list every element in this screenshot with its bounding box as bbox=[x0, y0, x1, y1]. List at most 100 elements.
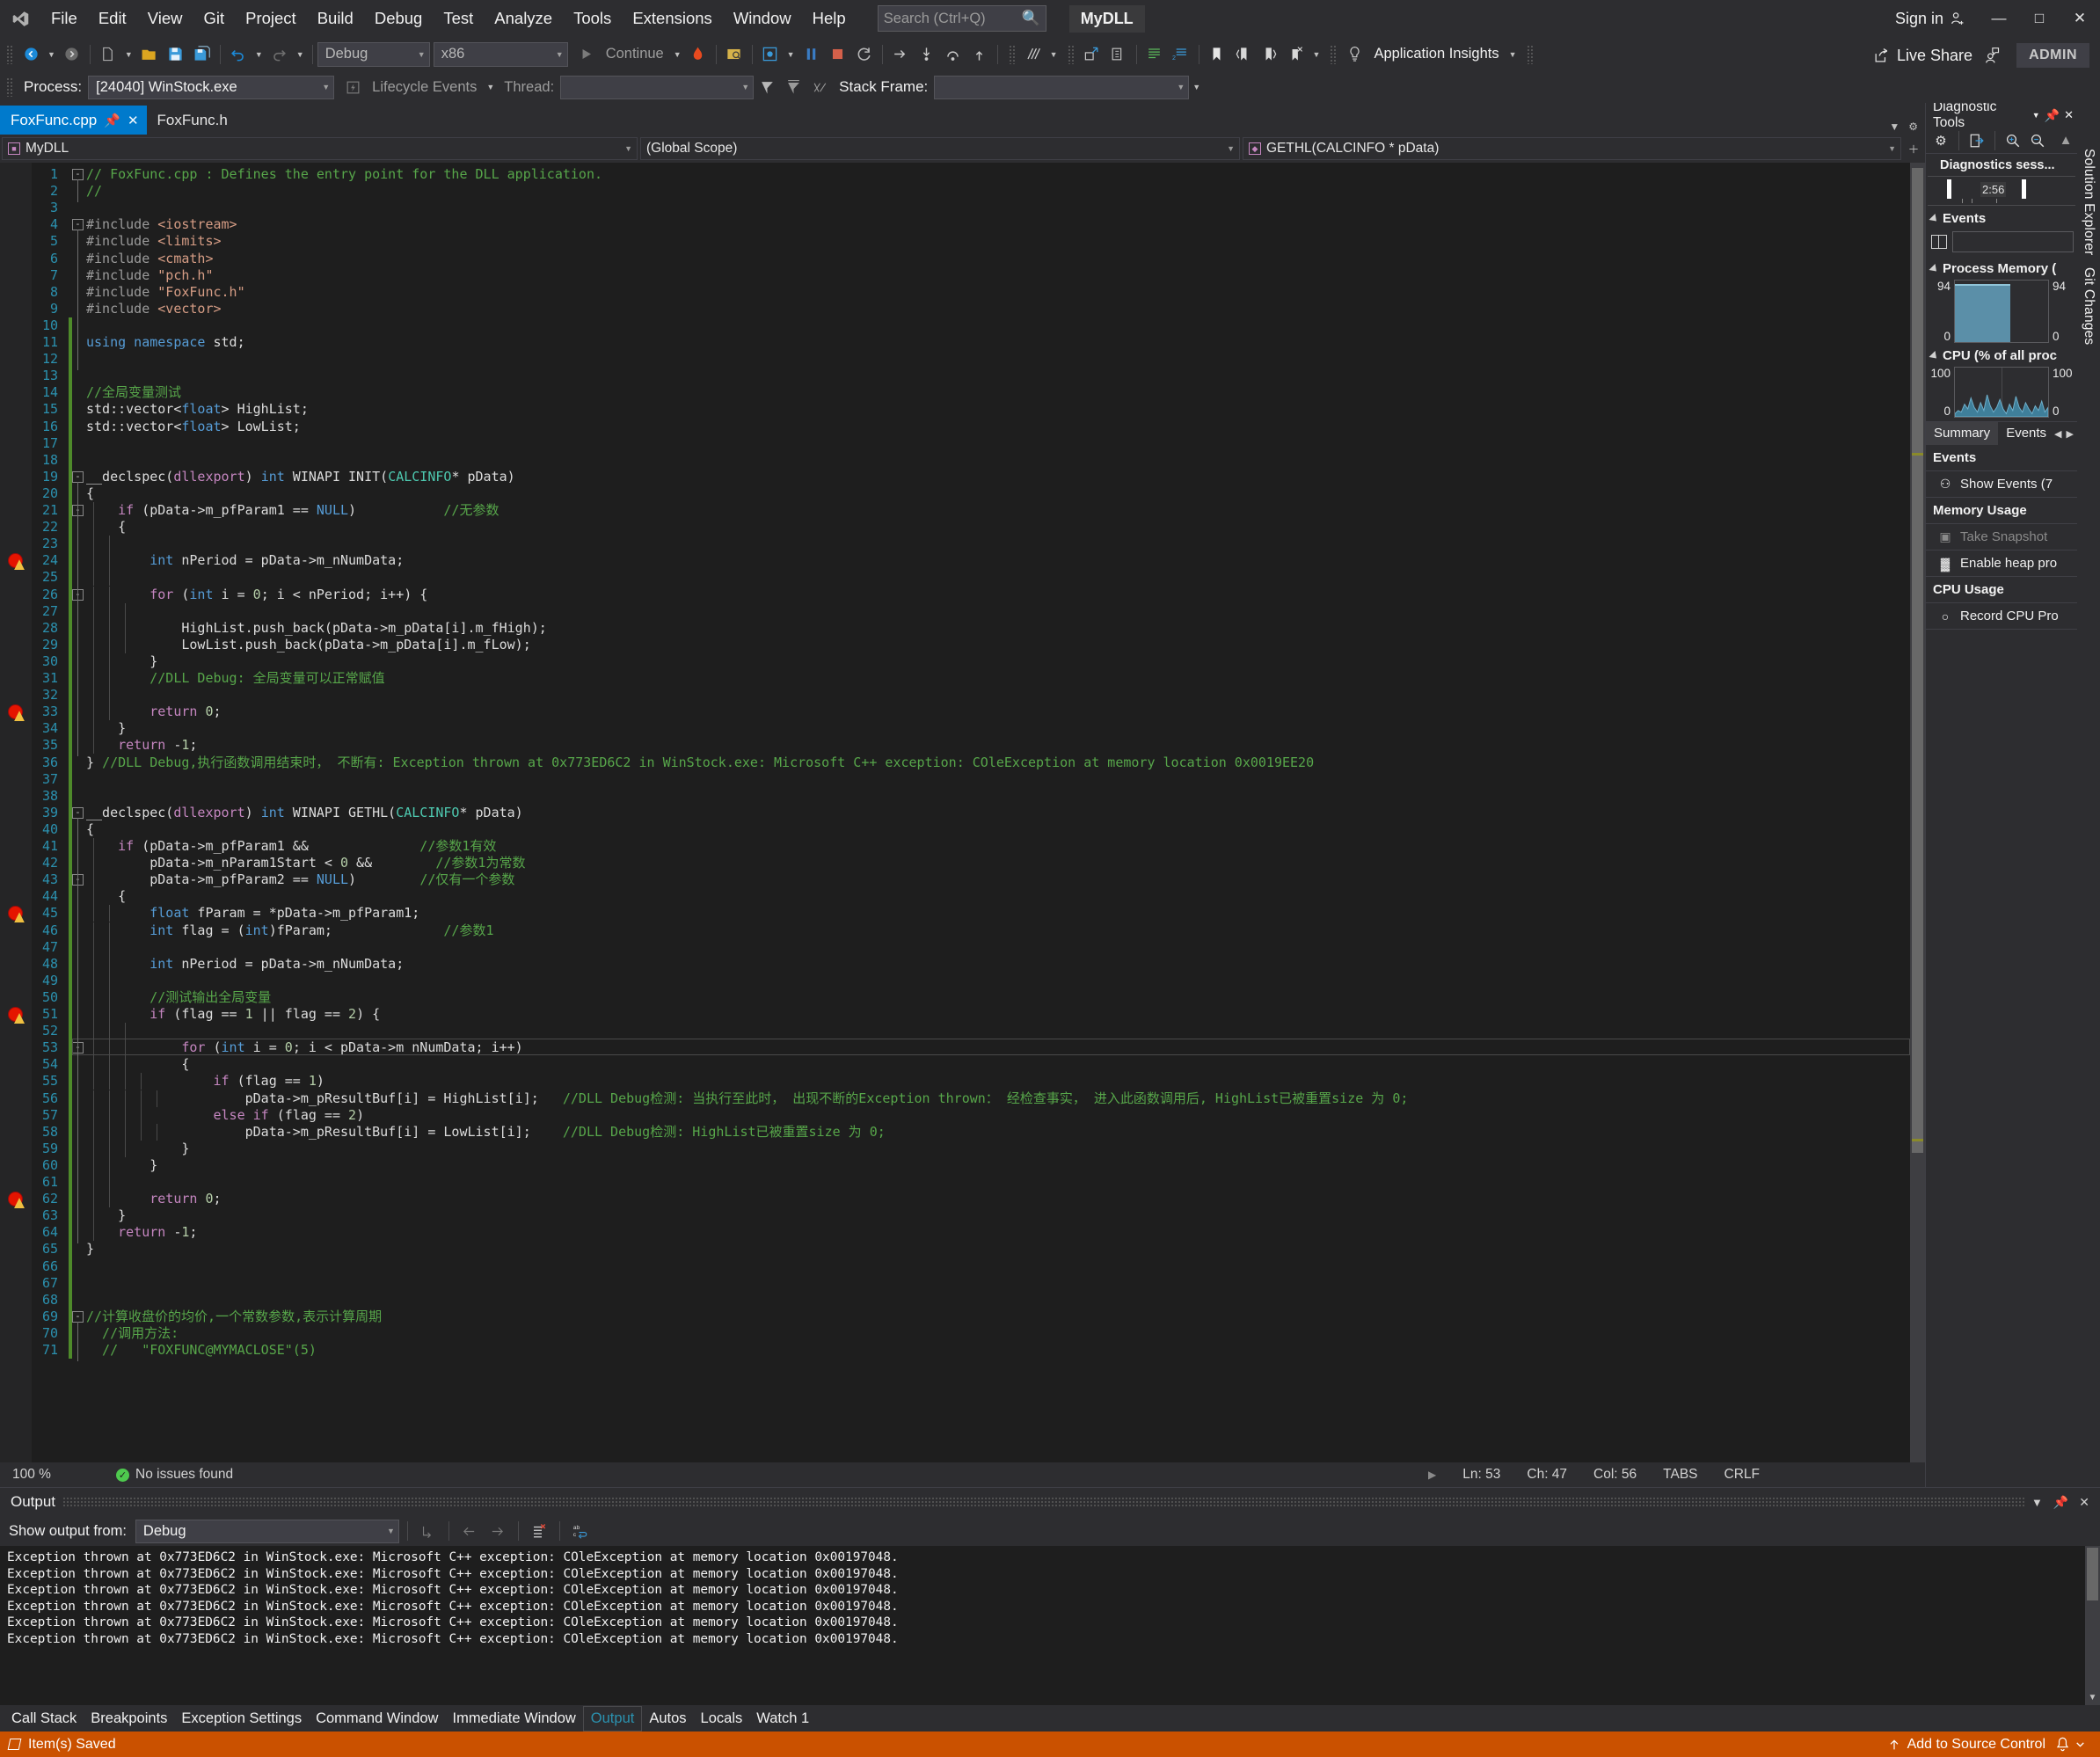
comment-block-icon[interactable] bbox=[1141, 40, 1168, 69]
attach-to-process-icon[interactable] bbox=[721, 40, 747, 69]
expand-status-icon[interactable]: ▶ bbox=[1415, 1469, 1449, 1481]
tab-summary[interactable]: Summary bbox=[1926, 422, 1999, 445]
zoom-in-icon[interactable] bbox=[2002, 129, 2024, 152]
menu-window[interactable]: Window bbox=[723, 0, 802, 37]
editor-vertical-scrollbar[interactable] bbox=[1910, 163, 1925, 1462]
output-source-select[interactable]: Debug ▼ bbox=[135, 1519, 399, 1543]
menu-test[interactable]: Test bbox=[433, 0, 484, 37]
undo-dropdown-icon[interactable]: ▼ bbox=[252, 40, 266, 69]
menu-build[interactable]: Build bbox=[307, 0, 364, 37]
code-editor[interactable]: 1 2 3 4 5 6 7 8 9 10 11 12 13 14 15 16 17 18 19 20 21 22 23 24 2… bbox=[0, 163, 1925, 1462]
tool-window-tab[interactable]: Command Window bbox=[309, 1707, 445, 1731]
solution-platform-select[interactable]: x86 ▼ bbox=[433, 41, 568, 67]
toolbar-overflow-icon[interactable]: ▼ bbox=[1189, 73, 1204, 102]
bookmark-dropdown-icon[interactable]: ▼ bbox=[1309, 40, 1324, 69]
menu-analyze[interactable]: Analyze bbox=[484, 0, 563, 37]
stop-debugging-button[interactable] bbox=[825, 40, 851, 69]
code-text-area[interactable]: // FoxFunc.cpp : Defines the entry point… bbox=[72, 163, 1910, 1462]
export-icon[interactable] bbox=[1965, 129, 1988, 152]
project-select[interactable]: ■ MyDLL ▼ bbox=[2, 137, 638, 160]
clear-bookmarks-icon[interactable] bbox=[1283, 40, 1309, 69]
scrollbar-thumb[interactable] bbox=[1912, 168, 1923, 1153]
new-file-dropdown-icon[interactable]: ▼ bbox=[121, 40, 136, 69]
save-button[interactable] bbox=[163, 40, 189, 69]
dock-git-changes[interactable]: Git Changes bbox=[2081, 267, 2096, 345]
chevron-down-icon[interactable]: ▼ bbox=[2031, 1496, 2043, 1509]
stack-frame-select[interactable]: ▼ bbox=[934, 75, 1190, 99]
scrollbar-thumb[interactable] bbox=[2087, 1548, 2098, 1600]
scope-select[interactable]: (Global Scope) ▼ bbox=[640, 137, 1240, 160]
flag-just-my-code-icon[interactable] bbox=[754, 73, 780, 102]
go-to-message-icon[interactable] bbox=[416, 1519, 441, 1543]
previous-bookmark-icon[interactable] bbox=[1230, 40, 1257, 69]
events-section-header[interactable]: Events bbox=[1926, 206, 2077, 230]
previous-message-icon[interactable] bbox=[457, 1519, 482, 1543]
step-out-icon[interactable] bbox=[966, 40, 993, 69]
pin-icon[interactable]: 📌 bbox=[2045, 108, 2060, 123]
zoom-out-icon[interactable] bbox=[2026, 129, 2049, 152]
lifecycle-events-label[interactable]: Lifecycle Events bbox=[366, 79, 483, 96]
minimize-button[interactable]: — bbox=[1979, 0, 2019, 37]
pin-icon[interactable]: 📌 bbox=[2053, 1495, 2068, 1510]
tool-window-tab[interactable]: Autos bbox=[642, 1707, 693, 1731]
tool-window-tab[interactable]: Breakpoints bbox=[84, 1707, 174, 1731]
diagnostic-action-item[interactable]: ○ Record CPU Pro bbox=[1926, 603, 2077, 630]
redo-button[interactable] bbox=[266, 40, 293, 69]
threads-icon[interactable] bbox=[1020, 40, 1046, 69]
live-share-button[interactable]: Live Share bbox=[1863, 47, 1983, 65]
menu-debug[interactable]: Debug bbox=[364, 0, 434, 37]
toolbar-grip[interactable] bbox=[6, 44, 14, 64]
tab-events[interactable]: Events bbox=[1998, 422, 2054, 445]
tool-window-tab[interactable]: Exception Settings bbox=[174, 1707, 309, 1731]
close-button[interactable]: ✕ bbox=[2060, 0, 2100, 37]
continue-play-icon[interactable] bbox=[573, 40, 600, 69]
continue-dropdown-icon[interactable]: ▼ bbox=[670, 40, 685, 69]
toggle-word-wrap-icon[interactable]: ab c bbox=[568, 1519, 593, 1543]
app-insights-dropdown-icon[interactable]: ▼ bbox=[1506, 40, 1520, 69]
menu-file[interactable]: File bbox=[40, 0, 88, 37]
breakpoint-gutter[interactable] bbox=[0, 163, 32, 1462]
output-text-area[interactable]: Exception thrown at 0x773ED6C2 in WinSto… bbox=[0, 1546, 2100, 1705]
threads-dropdown-icon[interactable]: ▼ bbox=[1046, 40, 1061, 69]
chevron-down-icon[interactable]: ▼ bbox=[2032, 111, 2040, 120]
notifications-button[interactable] bbox=[2054, 1736, 2089, 1753]
next-message-icon[interactable] bbox=[485, 1519, 510, 1543]
toolbar-grip[interactable] bbox=[1008, 44, 1017, 64]
continue-label[interactable]: Continue bbox=[600, 46, 670, 62]
toggle-bookmark-icon[interactable] bbox=[1204, 40, 1230, 69]
menu-view[interactable]: View bbox=[137, 0, 193, 37]
toolbar-grip[interactable] bbox=[6, 77, 14, 97]
uncomment-block-icon[interactable]: 2 bbox=[1168, 40, 1194, 69]
menu-git[interactable]: Git bbox=[193, 0, 235, 37]
redo-dropdown-icon[interactable]: ▼ bbox=[293, 40, 308, 69]
zoom-level-select[interactable]: 100 % bbox=[0, 1462, 97, 1487]
breakpoint-marker[interactable] bbox=[8, 704, 23, 720]
restart-button[interactable] bbox=[851, 40, 878, 69]
menu-project[interactable]: Project bbox=[235, 0, 307, 37]
process-select[interactable]: [24040] WinStock.exe ▼ bbox=[88, 75, 335, 99]
scroll-left-icon[interactable]: ◀ bbox=[2054, 428, 2061, 440]
issues-indicator[interactable]: ✓ No issues found bbox=[97, 1467, 233, 1483]
navigate-backward-dropdown-icon[interactable]: ▼ bbox=[44, 40, 59, 69]
tab-foxfunc-cpp[interactable]: FoxFunc.cpp 📌 ✕ bbox=[0, 106, 147, 135]
pause-button[interactable] bbox=[798, 40, 825, 69]
select-element-icon[interactable] bbox=[1079, 40, 1105, 69]
toolbar-grip[interactable] bbox=[1067, 44, 1076, 64]
menu-help[interactable]: Help bbox=[802, 0, 857, 37]
hot-reload-icon[interactable] bbox=[685, 40, 711, 69]
toolbar-grip[interactable] bbox=[1330, 44, 1338, 64]
show-next-statement-icon[interactable] bbox=[887, 40, 914, 69]
tab-foxfunc-h[interactable]: FoxFunc.h bbox=[146, 106, 236, 135]
breakpoint-marker[interactable] bbox=[8, 1192, 23, 1207]
dock-solution-explorer[interactable]: Solution Explorer bbox=[2081, 149, 2096, 255]
sign-in-button[interactable]: Sign in bbox=[1883, 10, 1979, 28]
tab-list-chevron-icon[interactable]: ▼ bbox=[1889, 120, 1899, 133]
step-over-icon[interactable] bbox=[940, 40, 966, 69]
tool-window-tab[interactable]: Immediate Window bbox=[445, 1707, 582, 1731]
cpu-section-header[interactable]: CPU (% of all proc bbox=[1926, 343, 2077, 367]
add-to-source-control-button[interactable]: Add to Source Control bbox=[1887, 1737, 2045, 1753]
solution-configuration-select[interactable]: Debug ▼ bbox=[317, 41, 430, 67]
application-insights-label[interactable]: Application Insights bbox=[1367, 46, 1505, 62]
gear-icon[interactable]: ⚙ bbox=[1929, 129, 1952, 152]
diagnostics-timeline[interactable]: 2:56 bbox=[1928, 176, 2075, 206]
